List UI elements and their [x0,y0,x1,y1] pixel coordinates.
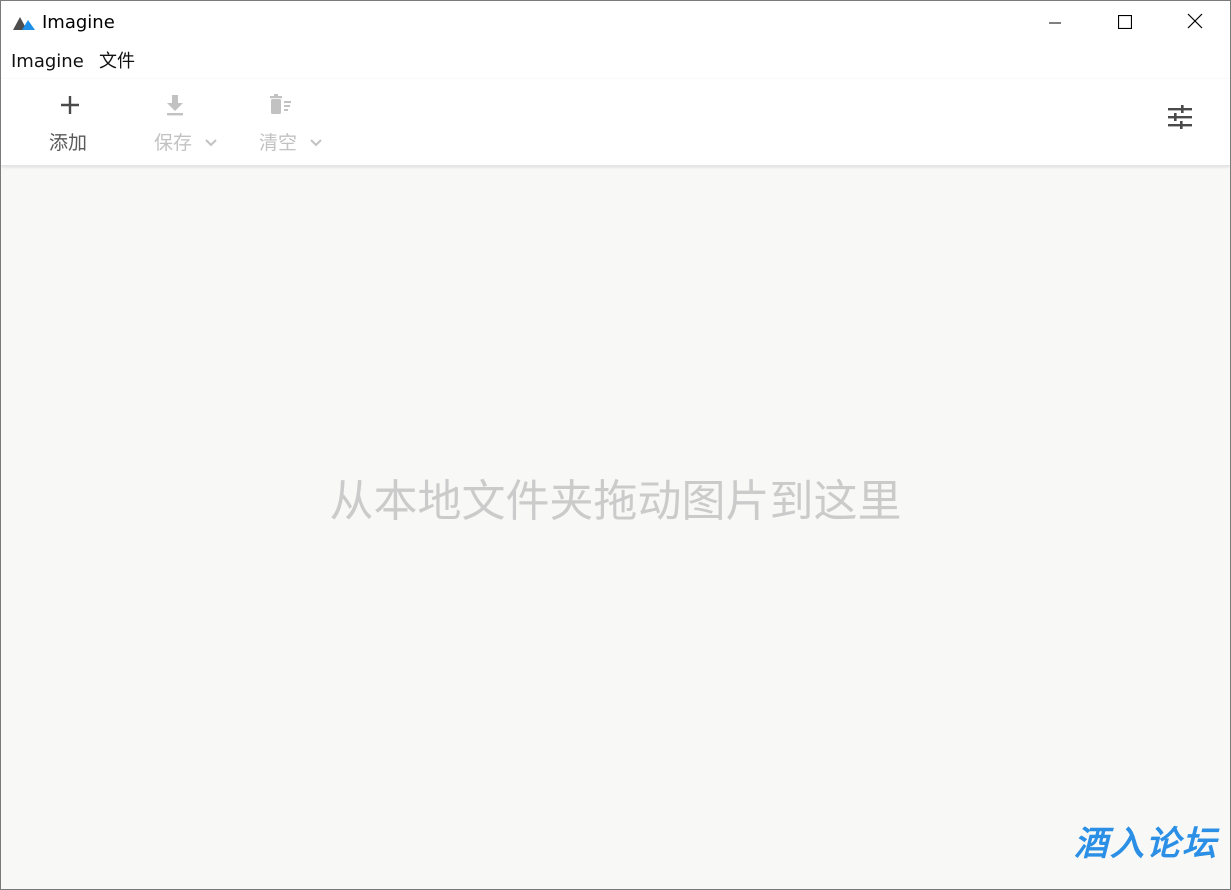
drop-zone[interactable]: 从本地文件夹拖动图片到这里 酒入论坛 [1,166,1230,889]
clear-label: 清空 [259,132,298,154]
save-button[interactable]: 保存 [146,79,236,165]
minimize-icon [1049,14,1061,33]
menu-imagine[interactable]: Imagine [11,51,84,73]
add-label: 添加 [49,132,88,154]
maximize-button[interactable] [1090,1,1160,45]
chevron-down-icon [309,135,323,149]
app-window: Imagine Imagine 文件 添加 保存 清空 从本地文件夹拖动图片到这… [0,0,1231,890]
add-button[interactable]: 添加 [41,79,101,165]
settings-button[interactable] [1164,103,1196,135]
save-label: 保存 [154,132,193,154]
download-icon [163,93,187,117]
plus-icon [58,93,82,117]
drop-hint-text: 从本地文件夹拖动图片到这里 [329,476,902,527]
chevron-down-icon [204,135,218,149]
maximize-icon [1117,14,1133,33]
window-title: Imagine [42,12,115,33]
close-icon [1187,13,1203,33]
menu-file[interactable]: 文件 [99,51,135,73]
menu-bar: Imagine 文件 [1,45,1230,79]
app-logo-icon [13,14,37,32]
watermark-logo: 酒入论坛 [1074,824,1218,864]
close-button[interactable] [1160,1,1230,45]
trash-icon [268,93,292,117]
clear-button[interactable]: 清空 [251,79,341,165]
title-bar[interactable]: Imagine [1,1,1230,45]
toolbar: 添加 保存 清空 [1,79,1230,166]
minimize-button[interactable] [1020,1,1090,45]
sliders-icon [1167,105,1193,133]
